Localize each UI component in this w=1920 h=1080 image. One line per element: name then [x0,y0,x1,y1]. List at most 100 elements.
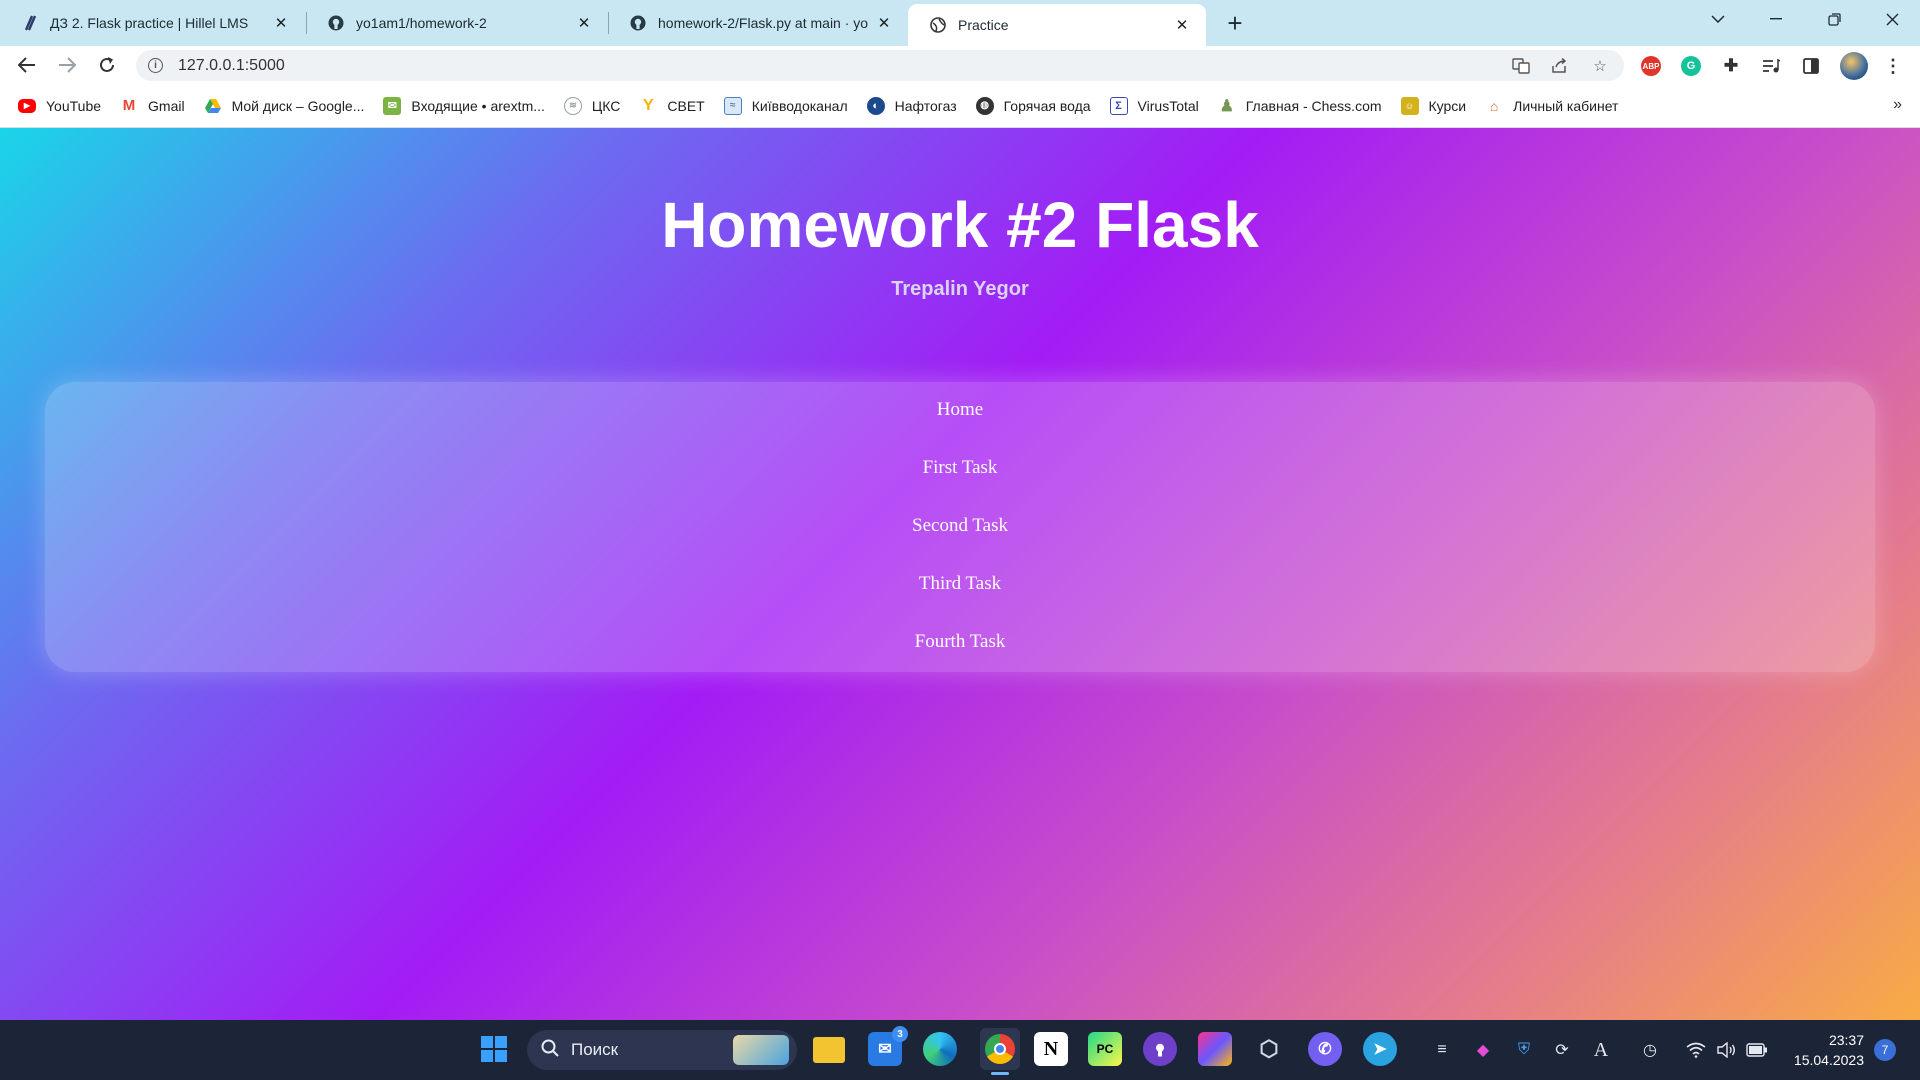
bookmark-cks[interactable]: ≋ ЦКС [563,96,621,115]
tab-github-file[interactable]: homework-2/Flask.py at main · yo ✕ [608,0,908,46]
jetbrains-toolbox-icon[interactable] [1198,1032,1232,1066]
bookmark-youtube[interactable]: ▶ YouTube [18,98,101,114]
svet-icon: Y [643,96,654,114]
window-close-icon[interactable] [1864,0,1920,38]
notification-badge[interactable]: 7 [1874,1039,1896,1061]
github-icon [630,15,646,31]
address-bar[interactable]: i 127.0.0.1:5000 ☆ [136,50,1624,81]
restore-icon[interactable] [1806,0,1862,38]
bookmark-label: Київводоканал [751,97,848,114]
tab-search-chevron-icon[interactable] [1690,0,1746,38]
tab-github-repo[interactable]: yo1am1/homework-2 ✕ [306,0,608,46]
grammarly-icon[interactable]: G [1681,56,1701,76]
bookmark-svet[interactable]: Y СВЕТ [639,96,705,115]
share-icon[interactable] [1551,57,1569,75]
bookmark-star-icon[interactable]: ☆ [1591,57,1609,75]
taskbar-search[interactable]: Поиск [527,1030,797,1070]
hillel-icon [22,15,38,31]
bookmark-gmail[interactable]: M Gmail [120,97,185,115]
chrome-active-indicator [991,1072,1009,1075]
sync-icon[interactable]: ⟳ [1550,1038,1574,1062]
extensions-puzzle-icon[interactable]: ✚ [1721,56,1741,76]
bookmark-courses[interactable]: ☺ Курси [1400,96,1467,115]
chrome-taskbar-button[interactable] [980,1028,1020,1070]
nav-link-home[interactable]: Home [45,399,1875,421]
cabinet-icon: ⌂ [1489,97,1499,114]
tab-practice[interactable]: Practice ✕ [908,4,1206,46]
mail-badge: 3 [892,1026,908,1042]
battery-icon[interactable] [1745,1038,1769,1062]
site-info-icon[interactable]: i [148,58,163,73]
minimize-icon[interactable] [1748,0,1804,38]
forward-arrow-icon[interactable] [52,51,82,79]
translate-icon[interactable] [1512,57,1530,75]
tab-title: ДЗ 2. Flask practice | Hillel LMS [50,15,249,31]
courses-icon: ☺ [1400,96,1419,115]
tab-hillel-lms[interactable]: ДЗ 2. Flask practice | Hillel LMS ✕ [0,0,305,46]
github-desktop-icon[interactable] [1143,1032,1177,1066]
chess-icon: ♟ [1219,97,1234,115]
bookmark-hot-water[interactable]: ◍ Горячая вода [975,96,1091,115]
chrome-icon [985,1034,1015,1064]
naftogaz-icon: ◐ [866,96,885,115]
bookmark-label: ЦКС [591,97,621,114]
bookmark-virustotal[interactable]: Σ VirusTotal [1109,96,1199,115]
url-text: 127.0.0.1:5000 [178,57,285,74]
bookmark-chess[interactable]: ♟ Главная - Chess.com [1218,97,1382,115]
wifi-icon[interactable] [1684,1038,1708,1062]
side-panel-icon[interactable] [1801,56,1821,76]
bookmark-kyivvodokanal[interactable]: ≈ Київводоканал [723,96,848,115]
font-a-icon[interactable]: A [1589,1038,1613,1062]
notion-icon[interactable]: N [1034,1032,1068,1066]
nav-link-fourth-task[interactable]: Fourth Task [45,631,1875,653]
close-icon[interactable]: ✕ [1172,15,1192,35]
bookmark-naftogaz[interactable]: ◐ Нафтогаз [866,96,957,115]
bookmark-label: Курси [1428,97,1467,114]
page-title: Homework #2 Flask [661,189,1259,261]
back-arrow-icon[interactable] [12,51,42,79]
close-icon[interactable]: ✕ [874,13,894,33]
reload-icon[interactable] [92,51,122,79]
bookmark-label: Нафтогаз [894,97,957,114]
youtube-icon: ▶ [18,98,36,113]
tray-list-icon[interactable]: ≡ [1430,1038,1454,1062]
close-icon[interactable]: ✕ [574,13,594,33]
virtualbox-cube-icon[interactable]: ⬡ [1252,1032,1286,1066]
tray-jetbrains-icon[interactable]: ◆ [1471,1038,1495,1062]
bookmark-google-drive[interactable]: Мой диск – Google... [204,97,365,115]
defender-shield-icon[interactable]: ⛨ [1512,1038,1536,1062]
menu-kebab-icon[interactable]: ⋮ [1883,56,1903,76]
edge-icon[interactable] [923,1032,957,1066]
nav-link-second-task[interactable]: Second Task [45,515,1875,537]
page-content: Homework #2 Flask Trepalin Yegor Home Fi… [0,128,1920,1020]
github-icon [328,15,344,31]
bookmarks-bar: ▶ YouTube M Gmail Мой диск – Google... ✉… [0,84,1920,128]
telegram-icon[interactable]: ➤ [1363,1032,1397,1066]
mail-app-icon[interactable]: ✉ 3 [868,1026,908,1066]
nav-link-third-task[interactable]: Third Task [45,573,1875,595]
bookmark-label: Личный кабинет [1513,97,1619,114]
windows-start-icon[interactable] [477,1032,511,1066]
bookmark-inbox[interactable]: ✉ Входящие • arextm... [383,96,545,115]
file-explorer-icon[interactable] [813,1037,845,1063]
close-icon[interactable]: ✕ [271,13,291,33]
system-clock[interactable]: 23:37 15.04.2023 [1784,1030,1864,1070]
drive-icon [204,97,222,115]
adblock-plus-icon[interactable]: ABP [1641,56,1661,76]
mail-icon: ✉ [383,96,402,115]
viber-icon[interactable]: ✆ [1308,1032,1342,1066]
pycharm-icon[interactable]: PC [1088,1032,1122,1066]
volume-icon[interactable] [1714,1038,1738,1062]
media-queue-icon[interactable] [1761,56,1781,76]
nav-link-first-task[interactable]: First Task [45,457,1875,479]
bookmarks-overflow-icon[interactable]: » [1893,96,1902,114]
timer-icon[interactable]: ◷ [1638,1038,1662,1062]
bookmark-label: Входящие • arextm... [411,97,545,114]
browser-toolbar: i 127.0.0.1:5000 ☆ ABP G ✚ ⋮ [0,46,1920,84]
bookmark-cabinet[interactable]: ⌂ Личный кабинет [1485,97,1619,115]
taskbar: Поиск ✉ 3 N PC ⬡ ✆ ➤ ≡ ◆ ⛨ ⟳ A ◷ 23:37 1… [0,1020,1920,1080]
bookmark-label: Мой диск – Google... [231,97,365,114]
new-tab-button[interactable]: + [1220,8,1250,38]
avatar[interactable] [1840,52,1868,80]
virustotal-icon: Σ [1109,96,1128,115]
